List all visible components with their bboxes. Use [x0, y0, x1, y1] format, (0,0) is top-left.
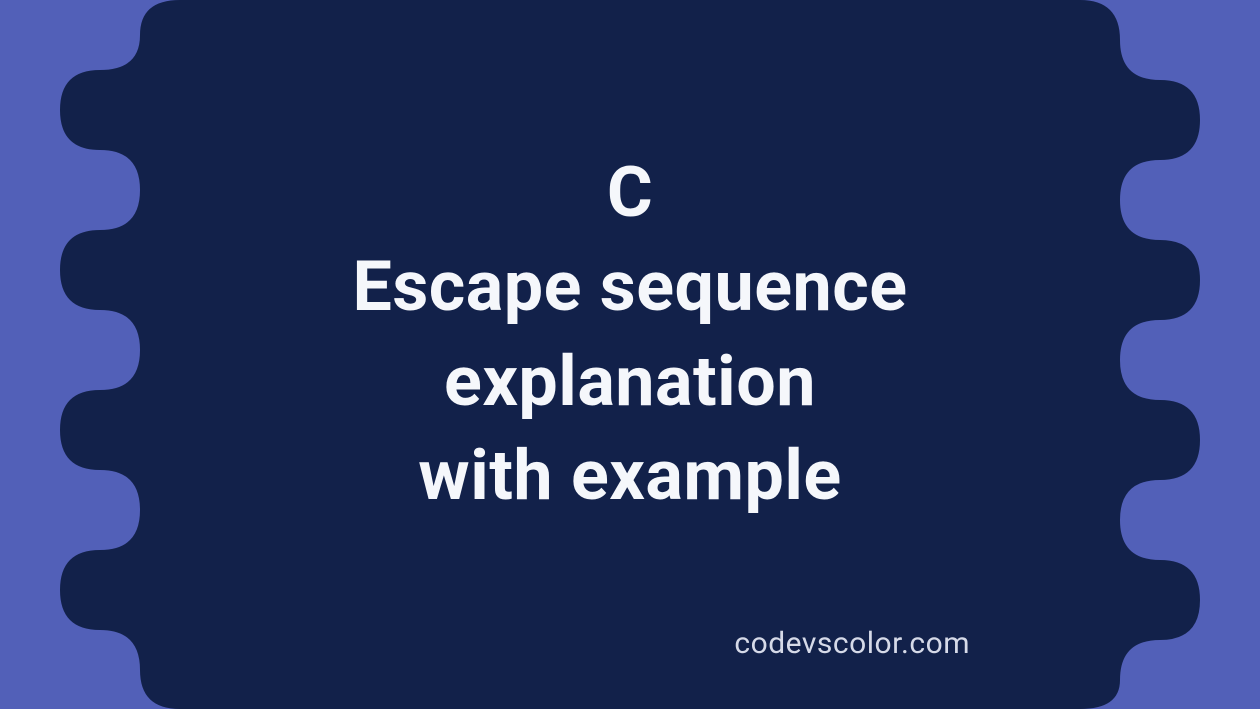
title-line-3: explanation	[444, 335, 816, 430]
title-line-4: with example	[418, 429, 841, 524]
title-line-1: C	[607, 146, 653, 241]
title-container: C Escape sequence explanation with examp…	[0, 0, 1260, 709]
watermark-text: codevscolor.com	[734, 626, 970, 661]
title-line-2: Escape sequence	[352, 240, 907, 335]
